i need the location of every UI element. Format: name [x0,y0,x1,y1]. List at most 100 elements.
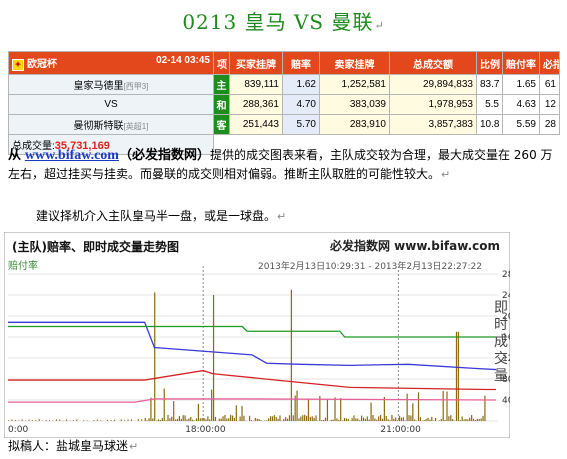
ratio-cell: 83.7 [476,74,503,95]
volume-bar [332,419,334,421]
volume-bar [438,420,440,421]
volume-bar [190,416,192,421]
volume-bar [45,419,47,421]
volume-bar [195,418,198,421]
volume-bar [324,417,327,421]
volume-bar [364,418,366,421]
volume-bar [127,419,129,421]
bifaw-link[interactable]: www.bifaw.com [25,148,119,163]
volume-bar [144,417,146,421]
volume-bar [267,418,270,421]
total-cell: 1,978,953 [389,94,477,115]
volume-bar [154,292,156,421]
odds-cell: 4.70 [282,94,320,115]
volume-bar [260,420,262,421]
volume-bar [96,419,98,421]
volume-bar [192,419,194,421]
volume-bar [467,419,469,421]
volume-bar [130,419,132,421]
total-cell: 29,894,833 [389,74,477,95]
volume-bar [345,418,348,421]
volume-bar [199,418,201,421]
volume-bar [381,418,384,421]
volume-bar [137,418,139,421]
volume-bar [211,389,213,421]
para-brand: （必发指数网） [118,148,210,163]
volume-bar [336,418,338,421]
volume-bar [228,418,230,421]
volume-bar [271,416,273,421]
volume-bar [59,419,61,421]
volume-bar [285,417,287,421]
volume-bar [165,420,167,421]
volume-bar [256,418,258,421]
volume-bar [25,420,27,421]
volume-bar [250,420,253,421]
volume-bar [21,419,23,421]
volume-bar [309,416,311,421]
home-rank: [西甲3] [123,82,149,91]
volume-bar [254,417,256,421]
chart-range: 2013年2月13日10:29:31 - 2013年2月13日22:27:22 [258,260,482,272]
volume-bar [414,419,416,421]
volume-bar [412,403,414,421]
volume-bar [197,403,199,421]
volume-bar [389,420,391,421]
volume-bar [304,414,306,421]
volume-bar [321,420,323,421]
volume-bar [423,420,425,421]
volume-bar [461,416,463,421]
volume-bar [378,416,380,421]
volume-bar [150,397,152,421]
volume-bar [184,415,186,421]
bz-cell: 12 [539,94,560,115]
volume-bar [83,420,85,421]
volume-bar [347,418,349,421]
col-total: 总成交额 [389,51,477,75]
volume-bar [205,419,207,421]
volume-bar [141,419,143,421]
volume-bar [209,419,211,421]
x-tick-label: 21:00:00 [380,425,421,435]
volume-bar [175,419,177,421]
volume-bar [220,418,222,421]
volume-bar [207,416,209,421]
volume-bar [459,420,461,421]
volume-bar [8,420,9,421]
volume-bar [448,416,450,421]
col-odds: 赔率 [282,51,320,75]
volume-bar [124,420,126,421]
col-bz: 必指 [539,51,560,75]
volume-bar [452,419,454,421]
volume-bar [48,420,50,421]
volume-bar [455,331,458,421]
payout-cell: 1.65 [502,74,540,95]
row-tag: 主 [213,74,230,95]
y-tick-label: 40万 [502,396,510,406]
volume-bar [110,420,112,421]
volume-bar [425,419,427,421]
volume-bar [446,391,448,421]
volume-bar [269,416,272,421]
volume-bar [342,420,344,421]
volume-bar [482,415,484,421]
volume-bar [93,420,95,421]
volume-bar [393,418,395,421]
volume-bar [279,415,281,421]
odds-cell: 1.62 [282,74,320,95]
volume-bar [218,418,220,421]
volume-bar [435,417,437,421]
volume-bar [100,420,102,421]
odds-cell: 5.70 [282,114,320,135]
volume-bar [340,398,342,421]
volume-bar [334,397,336,421]
volume-bar [370,402,372,421]
volume-bar [387,419,389,421]
sell-cell: 283,910 [319,114,390,135]
volume-bar [249,415,251,421]
volume-bar [273,415,275,421]
volume-bar [120,419,122,421]
volume-bar [18,420,20,421]
payout-cell: 4.63 [502,94,540,115]
table-row: VS 和 288,361 4.70 383,039 1,978,953 5.5 … [8,94,560,115]
